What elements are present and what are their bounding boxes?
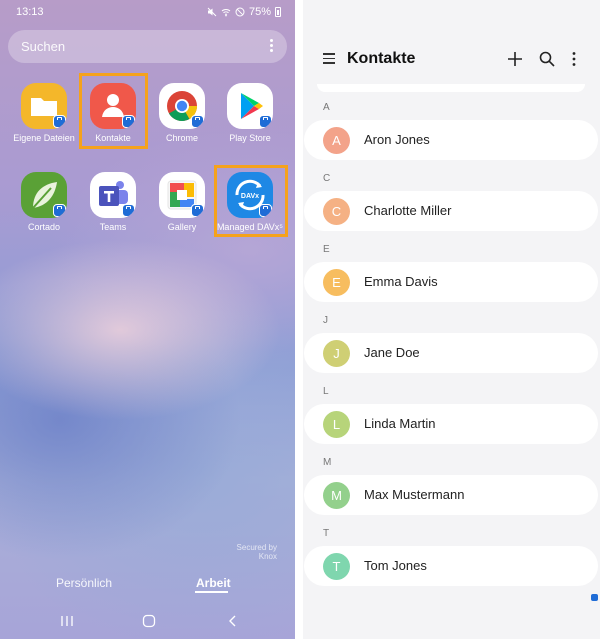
work-badge-icon [191,204,204,217]
teams-icon [90,172,136,218]
davx-highlight-frame [214,165,288,237]
chrome-icon [159,83,205,129]
active-tab-indicator [195,591,228,593]
contact-item-charlotte-miller[interactable]: C Charlotte Miller [304,191,598,231]
app-label: Eigene Dateien [13,133,75,143]
contact-name: Tom Jones [364,558,427,573]
more-options-icon[interactable] [270,39,274,54]
tab-persoenlich[interactable]: Persönlich [56,576,112,590]
section-header-j: J [323,315,328,326]
work-badge-icon [591,594,598,601]
navigation-bar [0,608,295,636]
wifi-icon [221,9,231,17]
app-label: Cortado [27,222,61,232]
page-title: Kontakte [347,50,416,67]
status-time: 13:13 [16,6,44,18]
kontakte-highlight-frame [79,73,148,149]
battery-percent: 75% [248,6,271,18]
work-badge-icon [122,204,135,217]
section-header-t: T [323,528,330,539]
list-top-edge [317,84,585,92]
search-placeholder: Suchen [21,39,66,54]
contact-name: Jane Doe [364,345,420,360]
more-options-icon[interactable] [565,50,583,68]
avatar: C [323,198,350,225]
panel-divider [295,0,303,639]
app-label: Gallery [167,222,197,232]
work-badge-icon [259,115,272,128]
contact-item-jane-doe[interactable]: J Jane Doe [304,333,598,373]
app-label: Play Store [229,133,271,143]
app-label: Teams [99,222,127,232]
avatar: E [323,269,350,296]
contact-item-tom-jones[interactable]: T Tom Jones [304,546,598,586]
work-badge-icon [53,115,66,128]
app-label: Chrome [165,133,198,143]
app-gallery[interactable]: Gallery [147,172,217,232]
avatar: L [323,411,350,438]
avatar: T [323,553,350,580]
gallery-icon [159,172,205,218]
app-play-store[interactable]: Play Store [215,83,285,143]
search-bar[interactable]: Suchen [8,30,287,63]
contact-item-linda-martin[interactable]: L Linda Martin [304,404,598,444]
do-not-disturb-icon [235,7,245,17]
contact-name: Charlotte Miller [364,203,452,218]
section-header-m: M [323,457,332,468]
section-header-a: A [323,102,330,113]
battery-icon [275,7,281,17]
app-cortado[interactable]: Cortado [9,172,79,232]
knox-line-2: Knox [258,552,277,561]
contact-item-aron-jones[interactable]: A Aron Jones [304,120,598,160]
section-header-c: C [323,173,331,184]
status-icons: 75% [207,6,281,18]
add-contact-icon[interactable] [506,50,524,68]
status-bar: 13:13 75% [16,6,281,20]
app-eigene-dateien[interactable]: Eigene Dateien [9,83,79,143]
menu-icon[interactable] [323,53,335,64]
contact-name: Max Mustermann [364,487,465,502]
recent-apps-icon[interactable] [60,614,74,628]
screenshot-composite: 13:13 75% Suchen Eigene Dateien Kontakte… [0,0,600,639]
mute-icon [207,7,217,17]
contact-name: Aron Jones [364,132,430,147]
work-badge-icon [191,115,204,128]
section-header-e: E [323,244,330,255]
avatar: A [323,127,350,154]
knox-line-1: Secured by [236,543,277,552]
tab-arbeit[interactable]: Arbeit [196,576,231,590]
folder-icon [21,83,67,129]
launcher-screen: 13:13 75% Suchen Eigene Dateien Kontakte… [0,0,295,639]
back-icon[interactable] [226,614,240,628]
cortado-leaf-icon [21,172,67,218]
home-icon[interactable] [142,614,156,628]
contact-item-max-mustermann[interactable]: M Max Mustermann [304,475,598,515]
knox-label: Secured by Knox [237,543,277,561]
contact-item-emma-davis[interactable]: E Emma Davis [304,262,598,302]
play-store-icon [227,83,273,129]
app-chrome[interactable]: Chrome [147,83,217,143]
section-header-l: L [323,386,329,397]
contacts-screen: Kontakte A A Aron Jones C C Charlotte Mi… [303,0,600,639]
avatar: J [323,340,350,367]
search-icon[interactable] [538,50,556,68]
contacts-header: Kontakte [303,0,600,84]
avatar: M [323,482,350,509]
contact-name: Emma Davis [364,274,438,289]
contact-name: Linda Martin [364,416,436,431]
app-teams[interactable]: Teams [78,172,148,232]
work-badge-icon [53,204,66,217]
